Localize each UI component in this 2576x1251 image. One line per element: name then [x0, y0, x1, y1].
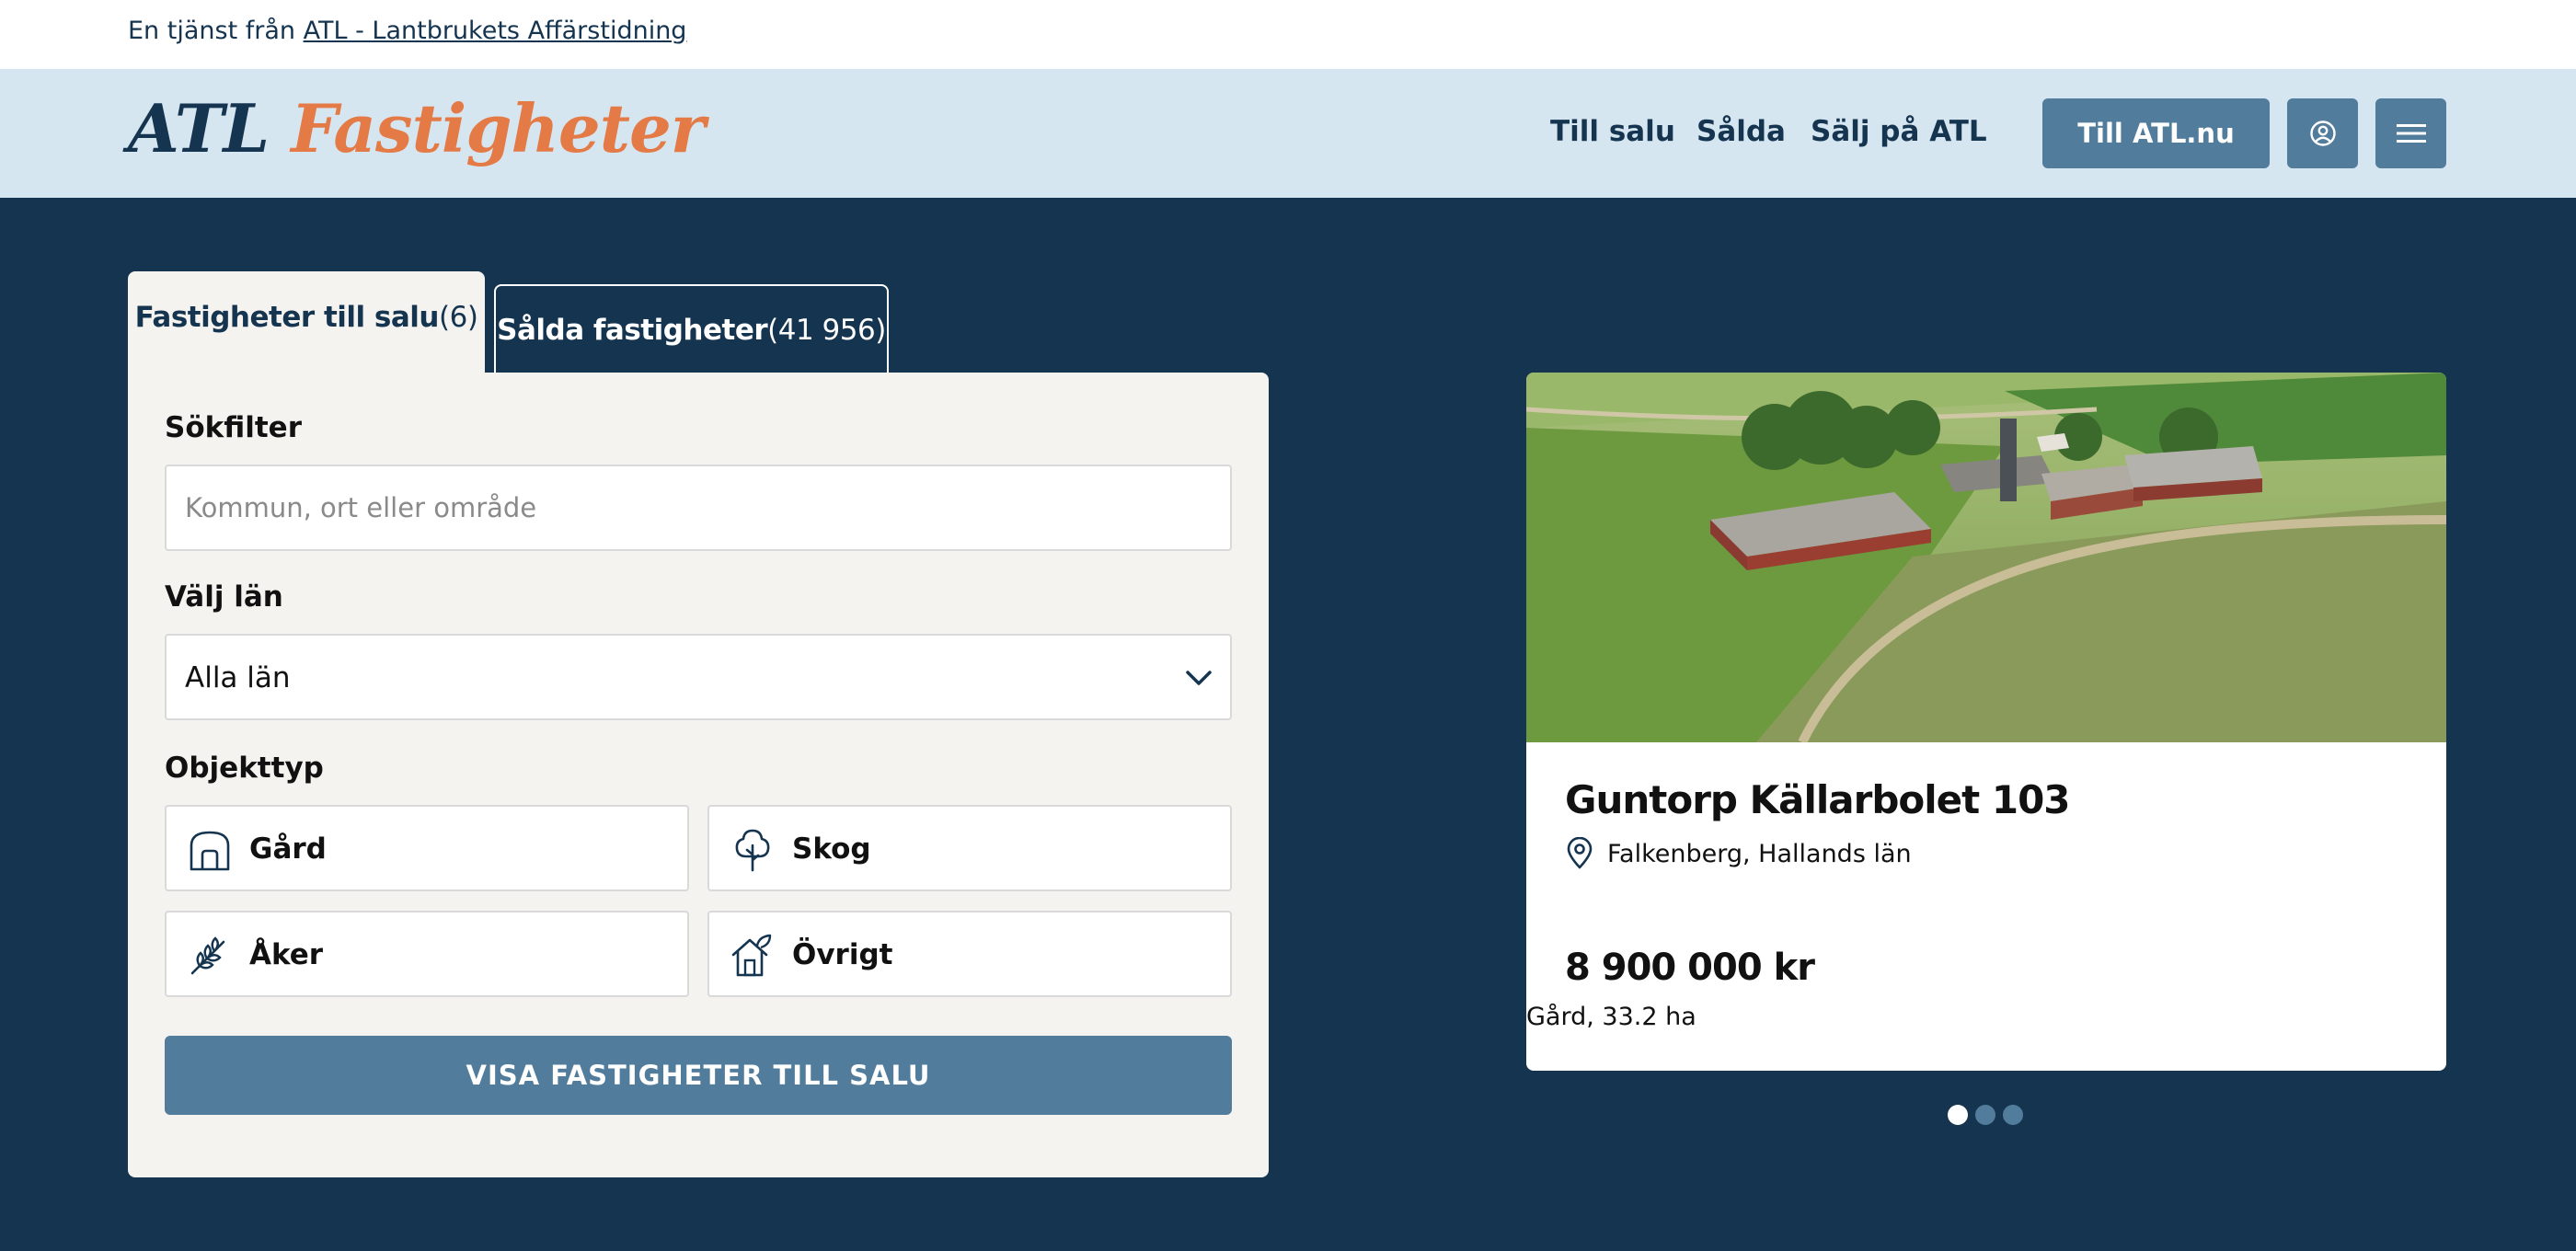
filter-label: Sökfilter [165, 411, 302, 444]
user-icon [2309, 121, 2336, 146]
type-ovrigt-label: Övrigt [792, 938, 893, 971]
carousel-dot-2[interactable] [1975, 1105, 1995, 1125]
type-gard-label: Gård [249, 832, 327, 866]
lan-select[interactable]: Alla län [165, 634, 1232, 720]
tab-sold[interactable]: Sålda fastigheter (41 956) [494, 284, 889, 374]
listing-location: Falkenberg, Hallands län [1607, 840, 1912, 868]
type-ovrigt-button[interactable]: Övrigt [707, 911, 1232, 997]
listing-title: Guntorp Källarbolet 103 [1565, 777, 2071, 822]
listing-card[interactable]: Guntorp Källarbolet 103 Falkenberg, Hall… [1526, 373, 2446, 1071]
carousel-dots [1948, 1105, 2023, 1127]
atl-link[interactable]: ATL - Lantbrukets Affärstidning [304, 17, 687, 45]
tab-for-sale[interactable]: Fastigheter till salu (6) [128, 271, 485, 374]
lan-label: Välj län [165, 580, 283, 614]
tab-for-sale-label: Fastigheter till salu [134, 301, 440, 334]
till-atl-button[interactable]: Till ATL.nu [2042, 98, 2270, 168]
tab-sold-label: Sålda fastigheter [497, 314, 768, 347]
listing-details: Gård, 33.2 ha [1526, 1003, 1696, 1031]
listing-price: 8 900 000 kr [1565, 947, 1815, 989]
location-pin-icon [1567, 837, 1593, 869]
nav-salj-pa-atl[interactable]: Sälj på ATL [1811, 115, 1987, 148]
nav-till-salu[interactable]: Till salu [1550, 115, 1675, 148]
show-for-sale-button[interactable]: VISA FASTIGHETER TILL SALU [165, 1036, 1232, 1115]
type-gard-button[interactable]: Gård [165, 805, 689, 891]
menu-button[interactable] [2375, 98, 2446, 168]
type-aker-button[interactable]: Åker [165, 911, 689, 997]
type-skog-button[interactable]: Skog [707, 805, 1232, 891]
chevron-down-icon [1186, 671, 1212, 685]
carousel-dot-1[interactable] [1948, 1105, 1968, 1125]
top-bar: En tjänst från ATL - Lantbrukets Affärst… [0, 0, 2576, 69]
location-field[interactable] [165, 465, 1232, 551]
wheat-icon [190, 936, 225, 975]
tab-for-sale-count: (6) [439, 301, 478, 334]
site-header: ATL Fastigheter Till salu Sålda Sälj på … [0, 69, 2576, 198]
tab-sold-count: (41 956) [767, 314, 886, 347]
logo-fastigheter: Fastigheter [291, 89, 705, 167]
user-button[interactable] [2287, 98, 2358, 168]
barn-icon [190, 831, 230, 871]
search-panel: Sökfilter Välj län Alla län Objekttyp Gå… [128, 373, 1269, 1177]
nav-salda[interactable]: Sålda [1696, 115, 1786, 148]
service-intro-text: En tjänst från [128, 17, 295, 45]
listing-photo [1526, 373, 2446, 742]
type-skog-label: Skog [792, 832, 871, 866]
carousel-dot-3[interactable] [2003, 1105, 2023, 1125]
type-aker-label: Åker [249, 938, 324, 971]
service-intro: En tjänst från ATL - Lantbrukets Affärst… [128, 17, 686, 45]
menu-icon [2396, 124, 2426, 143]
type-label: Objekttyp [165, 752, 324, 785]
lan-selected-value: Alla län [185, 661, 291, 694]
site-logo[interactable]: ATL Fastigheter [128, 89, 706, 167]
tree-icon [735, 829, 770, 872]
house-icon [731, 934, 772, 977]
logo-atl: ATL [128, 89, 270, 167]
location-search-input[interactable] [167, 466, 1230, 549]
